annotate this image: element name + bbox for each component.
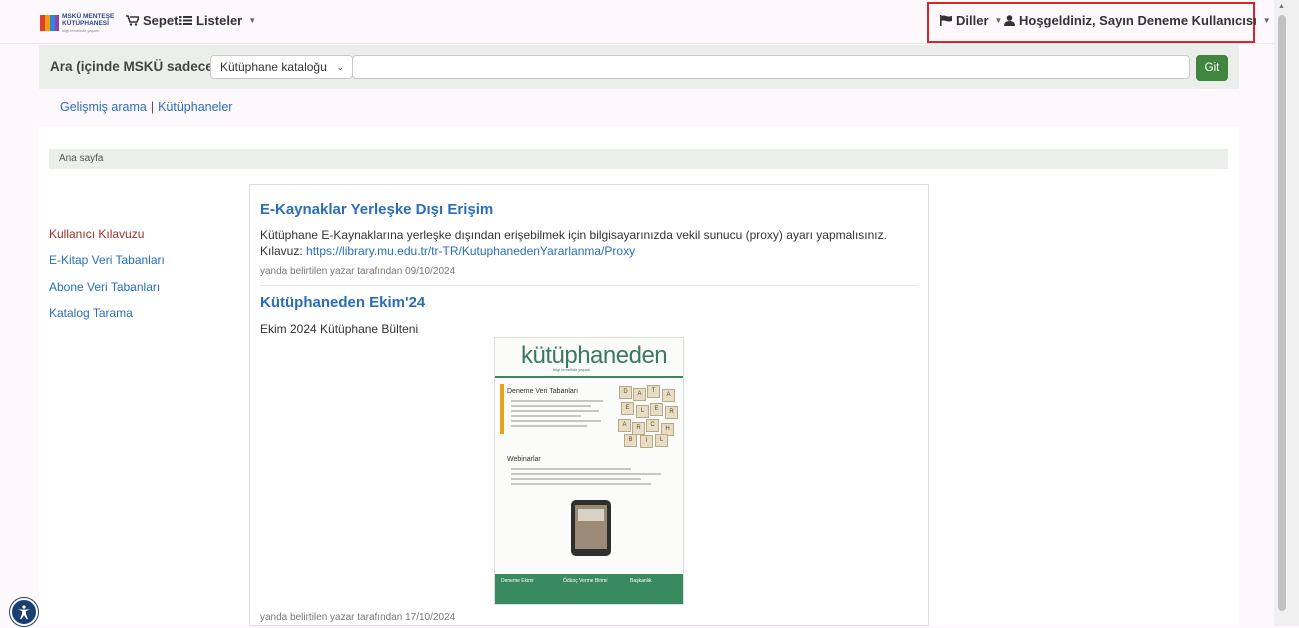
user-greeting: Hoşgeldiniz, Sayın Deneme Kullanıcısı xyxy=(1019,13,1257,28)
subnav-separator: | xyxy=(150,100,155,114)
news-divider xyxy=(260,285,917,286)
proxy-guide-link[interactable]: https://library.mu.edu.tr/tr-TR/Kutuphan… xyxy=(306,244,635,258)
cart-button[interactable]: Sepet xyxy=(126,13,178,28)
accessibility-figure-icon xyxy=(18,605,30,619)
user-icon xyxy=(1004,15,1015,26)
languages-label: Diller xyxy=(956,13,989,28)
flag-icon xyxy=(940,15,952,26)
sidebar-links: Kullanıcı Kılavuzu E-Kitap Veri Tabanlar… xyxy=(49,227,165,332)
libraries-link[interactable]: Kütüphaneler xyxy=(158,100,232,114)
cover-footer-text: Deneme Ekimi xyxy=(501,578,534,584)
cart-label: Sepet xyxy=(143,13,179,28)
search-scope-value: Kütüphane kataloğu xyxy=(220,60,327,74)
scrollbar-thumb[interactable] xyxy=(1278,15,1286,611)
chevron-down-icon: ▼ xyxy=(248,16,257,25)
user-menu-dropdown[interactable]: Hoşgeldiniz, Sayın Deneme Kullanıcısı ▼ xyxy=(1004,13,1271,28)
cover-text-lines xyxy=(511,400,603,430)
news-panel: E-Kaynaklar Yerleşke Dışı Erişim Kütüpha… xyxy=(249,184,929,626)
news-meta: yanda belirtilen yazar tarafından 09/10/… xyxy=(260,266,456,277)
news-body: Ekim 2024 Kütüphane Bülteni xyxy=(260,322,419,336)
news-body-line: Kütüphane E-Kaynaklarına yerleşke dışınd… xyxy=(260,228,887,242)
search-label: Ara (içinde MSKÜ sadece) xyxy=(50,59,218,74)
cover-letter-tiles: DATA ELER ARCH BİL xyxy=(617,384,679,448)
advanced-search-link[interactable]: Gelişmiş arama xyxy=(60,100,147,114)
breadcrumb: Ana sayfa xyxy=(49,149,1228,169)
cover-footer: Deneme Ekimi Ödünç Verme Birimi Başkanlı… xyxy=(495,574,683,604)
search-go-button[interactable]: Git xyxy=(1196,55,1228,81)
cover-divider xyxy=(495,376,683,378)
logo-line2: KÜTÜPHANESİ xyxy=(62,19,109,27)
search-bar: Ara (içinde MSKÜ sadece) Kütüphane katal… xyxy=(39,45,1239,89)
lists-label: Listeler xyxy=(196,13,243,28)
list-icon xyxy=(179,16,192,25)
cart-icon xyxy=(126,15,139,26)
chevron-down-icon: ▼ xyxy=(994,16,1003,25)
search-scope-select[interactable]: Kütüphane kataloğu ⌄ xyxy=(210,55,353,79)
breadcrumb-home-link[interactable]: Ana sayfa xyxy=(59,153,103,164)
cover-section-title: Webinarlar xyxy=(507,456,541,463)
cover-subheading: bilgi temellidir yaşam xyxy=(553,367,591,372)
scroll-up-icon[interactable]: ▲ xyxy=(1278,3,1285,10)
search-input[interactable] xyxy=(352,55,1190,79)
news-body-prefix: Kılavuz: xyxy=(260,244,307,258)
logo-tagline: bilgi temellidir yaşam xyxy=(62,27,100,33)
news-title[interactable]: E-Kaynaklar Yerleşke Dışı Erişim xyxy=(260,201,493,218)
news-body: Kütüphane E-Kaynaklarına yerleşke dışınd… xyxy=(260,227,887,259)
cover-text-lines xyxy=(511,468,661,488)
news-body-line: Kılavuz: https://library.mu.edu.tr/tr-TR… xyxy=(260,243,887,259)
logo-line1: MSKÜ MENTEŞE xyxy=(62,12,115,20)
search-subnav: Gelişmiş arama | Kütüphaneler xyxy=(60,100,232,114)
logo-mark-icon xyxy=(40,13,59,33)
cover-footer-text: Başkanlık xyxy=(630,578,652,584)
cover-footer-text: Ödünç Verme Birimi xyxy=(563,578,608,584)
chevron-down-icon: ⌄ xyxy=(336,62,344,72)
chevron-down-icon: ▼ xyxy=(1262,16,1271,25)
lists-dropdown[interactable]: Listeler ▼ xyxy=(179,13,256,28)
top-navbar: MSKÜ MENTEŞE KÜTÜPHANESİ bilgi temellidi… xyxy=(0,0,1274,44)
accessibility-icon[interactable] xyxy=(10,598,38,626)
newsletter-cover-image[interactable]: kütüphaneden bilgi temellidir yaşam Dene… xyxy=(494,337,684,605)
news-meta: yanda belirtilen yazar tarafından 17/10/… xyxy=(260,612,456,623)
sidebar-item-user-guide[interactable]: Kullanıcı Kılavuzu xyxy=(49,227,165,253)
sidebar-item-subscribed-databases[interactable]: Abone Veri Tabanları xyxy=(49,280,165,306)
news-title[interactable]: Kütüphaneden Ekim'24 xyxy=(260,294,425,311)
cover-tablet-illustration xyxy=(571,500,611,556)
languages-dropdown[interactable]: Diller ▼ xyxy=(940,13,1002,28)
cover-side-accent xyxy=(500,384,504,434)
cover-section-title: Deneme Veri Tabanları xyxy=(507,388,579,395)
library-logo[interactable]: MSKÜ MENTEŞE KÜTÜPHANESİ bilgi temellidi… xyxy=(40,12,116,34)
sidebar-item-ebook-databases[interactable]: E-Kitap Veri Tabanları xyxy=(49,253,165,279)
sidebar-item-catalog-browse[interactable]: Katalog Tarama xyxy=(49,306,165,332)
cover-heading: kütüphaneden xyxy=(521,342,668,369)
